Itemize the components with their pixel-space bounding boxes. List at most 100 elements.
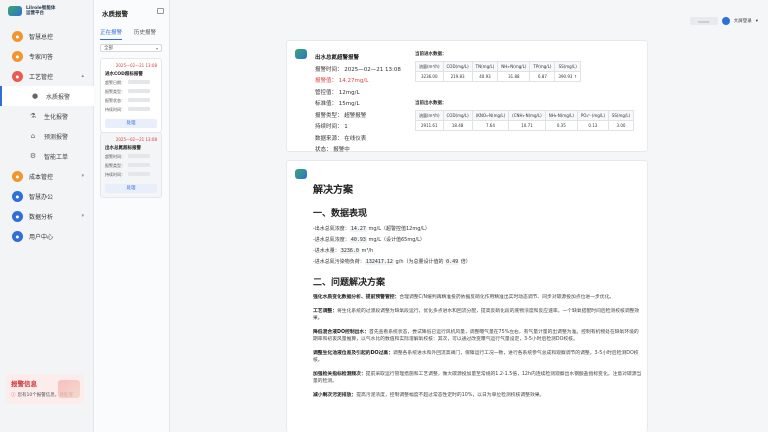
table-header-cell: SS(mg/L)	[554, 61, 582, 72]
subnav-item[interactable]: ⌂ 预测报警	[0, 126, 94, 146]
data-point-note: mg/L（设计值65mg/L）	[366, 237, 425, 243]
flask-icon: ⚗	[29, 112, 37, 120]
data-point-value: 40.93	[349, 237, 367, 243]
solution-card: 解决方案 一、数据表现 -出水总氮浓度：14.27 mg/L（超警控值12mg/…	[286, 160, 648, 432]
data-point-note: g/h（为总量设计值的	[393, 259, 446, 265]
subnav-item-label: 生化报警	[44, 113, 69, 121]
alarm-card-title: 出水总氮超标报警	[105, 146, 141, 151]
app-logo[interactable]: Lilrole智能体 运营平台	[8, 6, 55, 16]
solution-paragraph: 调整生化池液位差及引起的DO过高：调整各系统进水和外回流高阀门，保障运行工况一致…	[313, 350, 643, 365]
nav-item[interactable]: ● 用户中心	[0, 226, 94, 246]
alarm-card-time: 2025—02—21 13:08	[115, 63, 157, 68]
data-point: -进水水量：3236.0 m³/h	[313, 247, 643, 254]
table-cell: 18.48	[442, 120, 473, 131]
cost-icon: ●	[12, 170, 23, 182]
alarm-title: 出水总氮超警报警	[315, 55, 360, 61]
table-cell: 40.93	[471, 71, 499, 82]
data-point: -出水总氮浓度：14.27 mg/L（超警控值12mg/L）	[313, 225, 643, 232]
chat-icon: ●	[12, 50, 23, 62]
solution-paragraph: 减小剩次污泥排放：提高污泥浓度，控制调整幅度不超过常态性定时的10%，以日为单位…	[313, 392, 643, 400]
nav-item[interactable]: ● 智慧总控	[0, 26, 94, 46]
dashboard-icon: ●	[12, 30, 23, 42]
table-cell: 31.88	[497, 71, 531, 82]
table-cell: 6.87	[529, 71, 556, 82]
filter-select[interactable]: 全部 ▾	[100, 44, 162, 52]
table-header-cell: (KNO₃-N(mg/L)	[471, 110, 510, 121]
user-area[interactable]: ▭▭▭ 大屏登录 ▾	[689, 17, 758, 25]
nav-item-label: 智慧办公	[29, 193, 54, 201]
alarm-field: 标准值： 15mg/L	[315, 101, 360, 107]
bot-icon	[295, 169, 307, 179]
tab-history-alarms[interactable]: 历史报警	[134, 28, 156, 40]
sidebar: Lilrole智能体 运营平台 ● 智慧总控 ● 专家问答 ● 工艺管控 ▴ ● 水质报警 ⚗ 生化…	[0, 0, 94, 432]
table-cell: 10.71	[508, 120, 546, 131]
data-point-value: 0.49	[445, 259, 460, 265]
inflow-table: 流量(m³/h) COD(mg/L) TN(mg/L) NH₃-N(mg/L) TP(m…	[415, 61, 582, 82]
user-name: 大屏登录	[733, 19, 752, 24]
filter-value: 全部	[104, 46, 113, 51]
gear-icon: ⚙	[29, 152, 37, 160]
data-point-label: -出水总氮浓度：	[313, 226, 350, 232]
alarm-card-field: 持续时间：	[105, 107, 157, 113]
chevron-icon: ▴	[81, 73, 84, 79]
alarm-card-field: 报警状态：	[105, 98, 157, 104]
alarm-field: 报警值： 14.27mg/L	[315, 78, 369, 84]
nav-item-label: 专家问答	[29, 53, 54, 61]
solution-paragraph: 工艺调整：将生化系统的过渡段调整为缺氧段运行，优化多点进水和回流分配，提高反硝化…	[313, 308, 643, 323]
table-cell: 390.93 ↑	[554, 71, 582, 82]
paragraph-text: 提高污泥浓度，控制调整幅度不超过常态性定时的10%，以日为单位检测校核调整效果。	[356, 392, 545, 398]
table-header-cell: COD(mg/L)	[442, 61, 473, 72]
table-cell: 219.83	[442, 71, 473, 82]
table-cell: 0.35	[544, 120, 578, 131]
alarm-card[interactable]: 2025—02—21 13:08 进水COD超标报警 超警日期： 报警类型： 报…	[100, 58, 162, 133]
solution-paragraph: 强化水质变化数据分析、提前预警管控：合理调整C/N缓判再精准投药依据反硝化作用精…	[313, 294, 643, 302]
alarm-card[interactable]: 2025—02—21 13:08 出水总氮超标报警 超警时间： 报警类型： 持续…	[100, 132, 162, 198]
alert-illustration-icon	[58, 380, 80, 398]
alarm-field: 管控值： 12mg/L	[315, 89, 360, 96]
alarm-card-field: 超警时间：	[105, 154, 157, 160]
nav-item[interactable]: ● 工艺管控 ▴	[0, 66, 94, 86]
alarm-card-field: 超警日期：	[105, 80, 157, 86]
alert-panel[interactable]: 报警信息 ⓘ 您有10个报警信息，请处理	[6, 374, 84, 404]
table-header-cell: SS(mg/L)	[607, 110, 635, 121]
solution-title: 解决方案	[313, 185, 353, 196]
avatar[interactable]	[721, 17, 730, 25]
alarm-field: 状态： 报警中	[315, 147, 350, 153]
panel-title: 水质报警	[102, 10, 128, 18]
nav-item[interactable]: ● 成本管控 ▾	[0, 166, 94, 186]
nav-item[interactable]: ● 专家问答	[0, 46, 94, 66]
subnav-item[interactable]: ⚙ 智能工单	[0, 146, 94, 166]
logo-line2: 运营平台	[26, 11, 44, 16]
info-icon: ⓘ	[11, 393, 16, 398]
handle-button[interactable]: 处理	[105, 119, 157, 128]
subnav-item[interactable]: ● 水质报警	[0, 86, 94, 106]
alarm-card-field: 持续时间：	[105, 172, 157, 178]
nav-item-label: 工艺管控	[29, 73, 54, 81]
paragraph-lead: 减小剩次污泥排放：	[313, 392, 357, 398]
org-selector[interactable]: ▭▭▭	[689, 17, 718, 25]
collapse-panel-icon[interactable]	[157, 8, 164, 14]
water-drop-icon: ●	[31, 92, 39, 100]
subnav-item[interactable]: ⚗ 生化报警	[0, 106, 94, 126]
handle-button[interactable]: 处理	[105, 184, 157, 193]
solution-paragraph: 加强检关指标检测频次：提前采取运行管理措施和工艺调整，做大碳源投加量至常规的1.…	[313, 371, 643, 386]
subnav-item-label: 智能工单	[44, 153, 69, 161]
section-heading: 一、数据表现	[313, 209, 368, 219]
table-header-cell: 流量(m³/h)	[415, 61, 444, 72]
nav-item[interactable]: ● 智慧办公	[0, 186, 94, 206]
chevron-icon: ▾	[81, 173, 84, 179]
nav-item[interactable]: ● 数据分析 ▾	[0, 206, 94, 226]
paragraph-lead: 调整生化池液位差及引起的DO过高：	[313, 350, 394, 356]
table-header-cell: TP(mg/L)	[529, 61, 556, 72]
data-point-note: mg/L（超警控值12mg/L）	[366, 226, 430, 232]
tab-active-alarms[interactable]: 正在报警	[100, 28, 123, 40]
data-point-value: 132417.12	[364, 259, 394, 265]
alarm-card-field: 报警类型：	[105, 163, 157, 169]
logo-icon	[8, 6, 22, 16]
alarm-card-title: 进水COD超标报警	[105, 72, 143, 77]
outflow-table: 流量(m³/h) COD(mg/L) (KNO₃-N(mg/L) (CNH₃-N(mg…	[415, 110, 635, 131]
data-point: -进水总氮污染物负荷：132417.12 g/h（为总量设计值的 0.49 倍）	[313, 258, 643, 265]
alarm-field: 持续时间： 1	[315, 124, 348, 130]
nav-item-label: 用户中心	[29, 233, 54, 241]
paragraph-lead: 降低混合液DO控制出水：	[313, 329, 370, 335]
